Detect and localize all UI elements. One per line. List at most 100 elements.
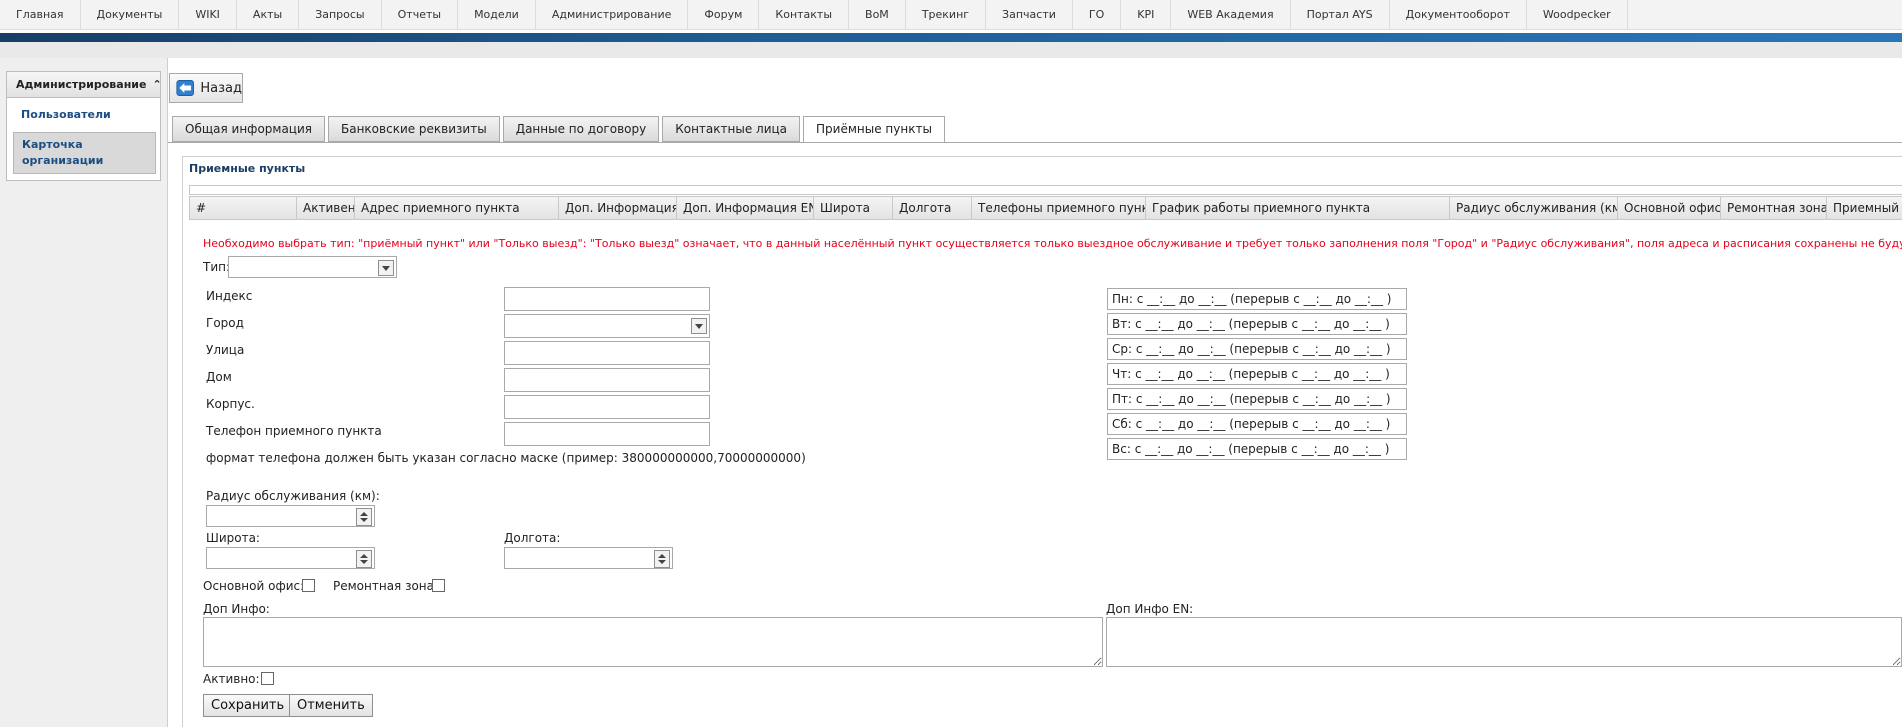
- house-label: Дом: [206, 370, 232, 384]
- sidebar-admin-box: Администрирование ⌃ Пользователи Карточка…: [6, 71, 162, 181]
- menu-item-woodpecker[interactable]: Woodpecker: [1527, 0, 1628, 30]
- type-warning-message: Необходимо выбрать тип: "приёмный пункт"…: [203, 237, 1902, 250]
- column-header-phones[interactable]: Телефоны приемного пункта: [972, 197, 1146, 219]
- menu-item-tracking[interactable]: Трекинг: [906, 0, 987, 30]
- tab-bank-details[interactable]: Банковские реквизиты: [328, 116, 500, 142]
- menu-item-kpi[interactable]: KPI: [1121, 0, 1172, 30]
- sidebar-item-organization-card[interactable]: Карточка организации: [13, 132, 156, 174]
- spin-down-icon[interactable]: [658, 560, 666, 564]
- column-header-schedule[interactable]: График работы приемного пункта: [1146, 197, 1450, 219]
- tab-underline: [168, 142, 1902, 143]
- double-chevron-up-icon[interactable]: ⌃: [152, 78, 161, 91]
- radius-label: Радиус обслуживания (км):: [206, 489, 380, 503]
- top-menu: Главная Документы WIKI Акты Запросы Отче…: [0, 0, 1902, 30]
- column-header-extra-info[interactable]: Доп. Информация: [559, 197, 677, 219]
- panel-title: Приемные пункты: [189, 162, 306, 175]
- latitude-spinner[interactable]: [356, 550, 372, 568]
- repair-zone-checkbox[interactable]: [432, 579, 445, 592]
- sidebar-header[interactable]: Администрирование ⌃: [7, 72, 162, 98]
- phone-format-hint: формат телефона должен быть указан согла…: [206, 451, 806, 465]
- tab-reception-points[interactable]: Приёмные пункты: [803, 116, 945, 143]
- schedule-sunday[interactable]: Вс: с __:__ до __:__ (перерыв с __:__ до…: [1107, 438, 1407, 460]
- type-label: Тип:: [203, 260, 231, 274]
- schedule-thursday[interactable]: Чт: с __:__ до __:__ (перерыв с __:__ до…: [1107, 363, 1407, 385]
- schedule-wednesday[interactable]: Ср: с __:__ до __:__ (перерыв с __:__ до…: [1107, 338, 1407, 360]
- menu-item-documents[interactable]: Документы: [81, 0, 180, 30]
- menu-item-forum[interactable]: Форум: [688, 0, 760, 30]
- spin-down-icon[interactable]: [360, 518, 368, 522]
- street-input[interactable]: [504, 341, 710, 365]
- back-button[interactable]: Назад: [169, 73, 243, 103]
- spin-up-icon[interactable]: [360, 512, 368, 516]
- longitude-spinner[interactable]: [654, 550, 670, 568]
- header-grey-band: [0, 42, 1902, 58]
- menu-item-parts[interactable]: Запчасти: [986, 0, 1073, 30]
- menu-item-wiki[interactable]: WIKI: [179, 0, 237, 30]
- grid-toolbar: [189, 185, 1902, 195]
- building-input[interactable]: [504, 395, 710, 419]
- menu-item-administration[interactable]: Администрирование: [536, 0, 689, 30]
- tab-bar: Общая информация Банковские реквизиты Да…: [172, 116, 948, 143]
- column-header-address[interactable]: Адрес приемного пункта: [355, 197, 559, 219]
- menu-item-home[interactable]: Главная: [0, 0, 81, 30]
- extra-info-label: Доп Инфо:: [203, 602, 270, 616]
- schedule-friday[interactable]: Пт: с __:__ до __:__ (перерыв с __:__ до…: [1107, 388, 1407, 410]
- type-dropdown-button[interactable]: [378, 260, 394, 276]
- latitude-label: Широта:: [206, 531, 260, 545]
- spin-up-icon[interactable]: [658, 554, 666, 558]
- tab-contract-data[interactable]: Данные по договору: [502, 116, 660, 142]
- menu-item-bom[interactable]: BoM: [849, 0, 906, 30]
- column-header-active[interactable]: Активен: [297, 197, 355, 219]
- city-dropdown-button[interactable]: [691, 318, 707, 334]
- latitude-input[interactable]: [206, 547, 375, 569]
- extra-info-en-label: Доп Инфо EN:: [1106, 602, 1194, 616]
- radius-input[interactable]: [206, 505, 375, 527]
- menu-item-document-flow[interactable]: Документооборот: [1390, 0, 1527, 30]
- column-header-radius[interactable]: Радиус обслуживания (км): [1450, 197, 1618, 219]
- spin-up-icon[interactable]: [360, 554, 368, 558]
- menu-item-models[interactable]: Модели: [458, 0, 536, 30]
- menu-item-contacts[interactable]: Контакты: [759, 0, 850, 30]
- phone-input[interactable]: [504, 422, 710, 446]
- menu-item-go[interactable]: ГО: [1073, 0, 1122, 30]
- tab-general-info[interactable]: Общая информация: [172, 116, 325, 142]
- save-button[interactable]: Сохранить: [203, 694, 293, 717]
- column-header-number[interactable]: #: [190, 197, 297, 219]
- active-label: Активно:: [203, 672, 260, 686]
- schedule-saturday[interactable]: Сб: с __:__ до __:__ (перерыв с __:__ до…: [1107, 413, 1407, 435]
- column-header-main-office[interactable]: Основной офис: [1618, 197, 1721, 219]
- column-header-longitude[interactable]: Долгота: [893, 197, 972, 219]
- column-header-latitude[interactable]: Широта: [814, 197, 893, 219]
- active-checkbox[interactable]: [261, 672, 274, 685]
- index-input[interactable]: [504, 287, 710, 311]
- menu-item-reports[interactable]: Отчеты: [382, 0, 459, 30]
- city-select[interactable]: [504, 314, 710, 338]
- spin-down-icon[interactable]: [360, 560, 368, 564]
- menu-item-requests[interactable]: Запросы: [299, 0, 382, 30]
- longitude-input[interactable]: [504, 547, 673, 569]
- extra-info-textarea[interactable]: [203, 617, 1103, 667]
- column-header-extra-info-en[interactable]: Доп. Информация EN: [677, 197, 814, 219]
- column-header-repair-zone[interactable]: Ремонтная зона: [1721, 197, 1827, 219]
- sidebar-item-users[interactable]: Пользователи: [21, 108, 160, 121]
- type-select[interactable]: [228, 256, 397, 278]
- tab-contact-persons[interactable]: Контактные лица: [662, 116, 801, 142]
- cancel-button[interactable]: Отменить: [289, 694, 373, 717]
- city-label: Город: [206, 316, 244, 330]
- menu-item-acts[interactable]: Акты: [237, 0, 300, 30]
- extra-info-en-textarea[interactable]: [1106, 617, 1902, 667]
- menu-item-web-academy[interactable]: WEB Академия: [1171, 0, 1291, 30]
- column-header-reception[interactable]: Приемный: [1827, 197, 1902, 219]
- chevron-down-icon: [695, 323, 703, 329]
- back-button-label: Назад: [200, 80, 242, 96]
- menu-item-portal-ays[interactable]: Портал AYS: [1291, 0, 1390, 30]
- chevron-down-icon: [382, 265, 390, 271]
- header-blue-band: [0, 33, 1902, 42]
- main-office-label: Основной офис:: [203, 579, 305, 593]
- radius-spinner[interactable]: [356, 508, 372, 526]
- schedule-monday[interactable]: Пн: с __:__ до __:__ (перерыв с __:__ до…: [1107, 288, 1407, 310]
- schedule-tuesday[interactable]: Вт: с __:__ до __:__ (перерыв с __:__ до…: [1107, 313, 1407, 335]
- main-office-checkbox[interactable]: [302, 579, 315, 592]
- back-arrow-icon: [176, 80, 194, 96]
- house-input[interactable]: [504, 368, 710, 392]
